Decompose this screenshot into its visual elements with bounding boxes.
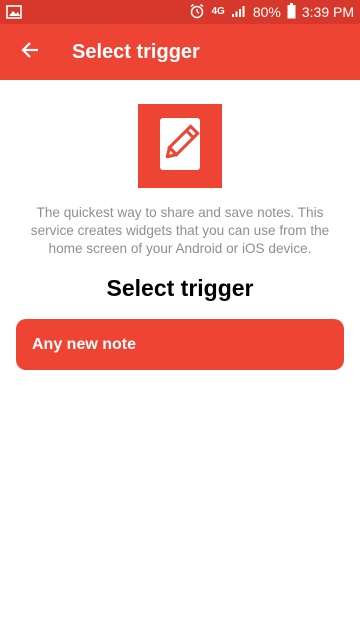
status-bar: 4G 80% 3:39 PM — [0, 0, 360, 24]
trigger-any-new-note-button[interactable]: Any new note — [16, 319, 344, 370]
service-description: The quickest way to share and save notes… — [30, 205, 330, 256]
page-title: Select trigger — [72, 41, 200, 63]
back-button[interactable] — [12, 34, 48, 70]
section-title: Select trigger — [106, 275, 254, 301]
service-logo — [138, 104, 222, 188]
battery-icon — [287, 2, 296, 22]
arrow-left-icon — [20, 40, 40, 65]
network-4g-icon: 4G — [211, 6, 225, 17]
battery-percent: 80% — [252, 4, 281, 20]
note-pencil-icon — [154, 116, 206, 177]
image-icon — [6, 4, 22, 20]
alarm-icon — [189, 3, 205, 22]
app-bar: Select trigger — [0, 24, 360, 80]
clock-time: 3:39 PM — [301, 4, 354, 20]
signal-icon — [231, 4, 247, 21]
